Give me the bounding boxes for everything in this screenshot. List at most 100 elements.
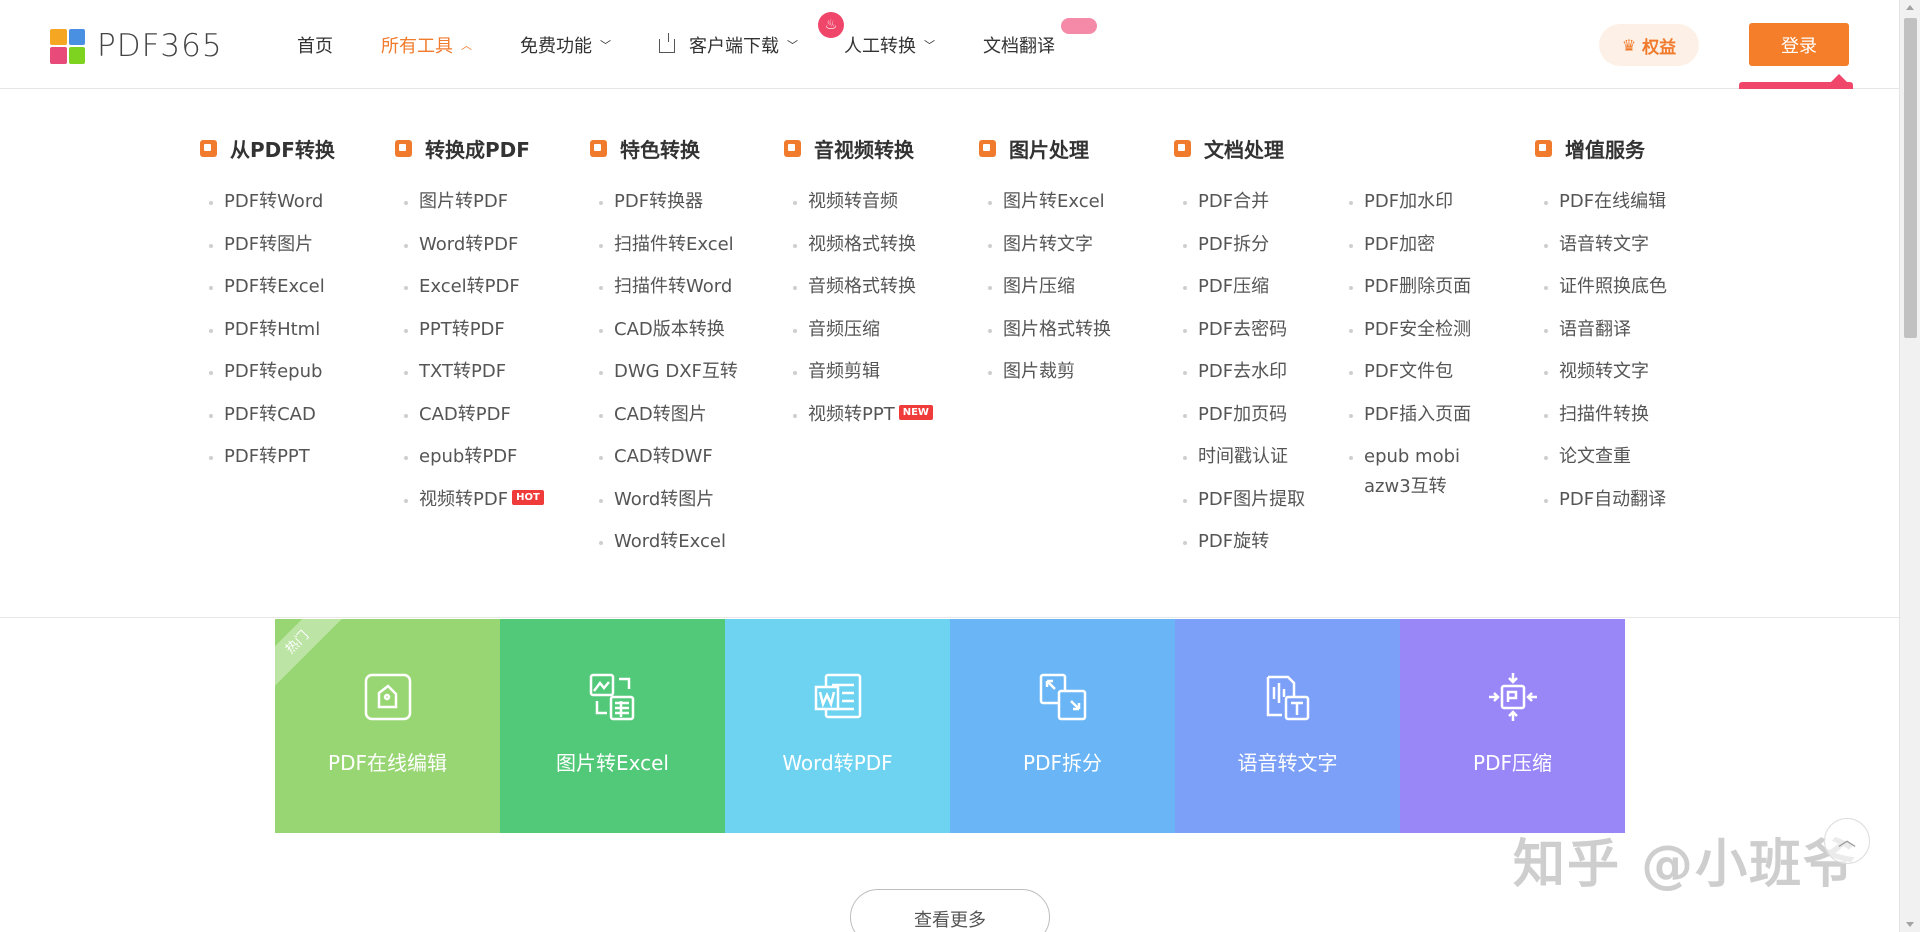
tile-voice-to-text[interactable]: 语音转文字	[1175, 619, 1400, 833]
tile-pdf-split[interactable]: PDF拆分	[950, 619, 1175, 833]
menu-item[interactable]: PDF转epub	[200, 351, 335, 394]
menu-item[interactable]: 音频格式转换	[784, 266, 933, 309]
tile-image-to-excel[interactable]: 图片转Excel	[500, 619, 725, 833]
menu-item[interactable]: PDF加水印	[1340, 181, 1471, 224]
menu-item[interactable]: 音频剪辑	[784, 351, 933, 394]
menu-item[interactable]: Word转Excel	[590, 521, 738, 564]
menu-col-to-pdf: 转换成PDF 图片转PDF Word转PDF Excel转PDF PPT转PDF…	[395, 133, 544, 521]
menu-item[interactable]: epub mobi azw3互转	[1340, 436, 1470, 502]
menu-item[interactable]: PDF转Word	[200, 181, 335, 224]
menu-item[interactable]: CAD转DWF	[590, 436, 738, 479]
nav-client-download[interactable]: 客户端下载 ﹀	[659, 32, 798, 58]
menu-item[interactable]: 图片转PDF	[395, 181, 544, 224]
menu-item[interactable]: 论文查重	[1535, 436, 1667, 479]
menu-item[interactable]: PDF删除页面	[1340, 266, 1471, 309]
scroll-up-arrow-icon[interactable]	[1906, 5, 1914, 10]
menu-item[interactable]: PDF安全检测	[1340, 309, 1471, 352]
menu-item[interactable]: 扫描件转Word	[590, 266, 738, 309]
pdf365-logo[interactable]: PDF365	[50, 28, 223, 64]
menu-item[interactable]: 视频格式转换	[784, 224, 933, 267]
tile-pdf-edit[interactable]: 热门 PDF在线编辑	[275, 619, 500, 833]
menu-item[interactable]: epub转PDF	[395, 436, 544, 479]
tile-label: 语音转文字	[1237, 751, 1338, 775]
menu-item[interactable]: PDF加密	[1340, 224, 1471, 267]
nav-home[interactable]: 首页	[297, 32, 333, 58]
page-scrollbar[interactable]	[1899, 0, 1920, 932]
top-header: PDF365 首页 所有工具 ︿ 免费功能 ﹀ 客户端下载 ﹀ ♨ 人工转换 ﹀ 文档翻译…	[0, 0, 1899, 89]
menu-item[interactable]: CAD版本转换	[590, 309, 738, 352]
nav-doc-translate[interactable]: 文档翻译	[983, 17, 1097, 58]
menu-item[interactable]: PDF转Html	[200, 309, 335, 352]
menu-col-title: 转换成PDF	[395, 133, 544, 163]
menu-item[interactable]: Word转PDF	[395, 224, 544, 267]
menu-item[interactable]: 扫描件转换	[1535, 394, 1667, 437]
menu-col-audio-video: 音视频转换 视频转音频 视频格式转换 音频格式转换 音频压缩 音频剪辑 视频转P…	[784, 133, 933, 436]
nav-manual-convert[interactable]: ♨ 人工转换 ﹀	[818, 11, 935, 58]
menu-item[interactable]: PDF压缩	[1174, 266, 1305, 309]
menu-item[interactable]: PDF图片提取	[1174, 479, 1305, 522]
menu-item[interactable]: PDF转PPT	[200, 436, 335, 479]
menu-item[interactable]: PDF合并	[1174, 181, 1305, 224]
menu-item[interactable]: 图片转文字	[979, 224, 1111, 267]
download-icon	[659, 32, 675, 53]
menu-col-document-2: PDF加水印 PDF加密 PDF删除页面 PDF安全检测 PDF文件包 PDF插…	[1340, 181, 1471, 502]
rights-button[interactable]: ♛ 权益	[1599, 24, 1699, 66]
menu-item[interactable]: PDF插入页面	[1340, 394, 1471, 437]
tile-label: PDF压缩	[1473, 751, 1552, 775]
menu-item-label: 视频转PDF	[419, 488, 509, 510]
menu-item[interactable]: Word转图片	[590, 479, 738, 522]
menu-item[interactable]: 视频转PDF HOT	[395, 479, 544, 522]
nav-all-tools[interactable]: 所有工具 ︿	[381, 32, 472, 58]
nav-translate-label: 文档翻译	[983, 35, 1055, 57]
menu-item[interactable]: Excel转PDF	[395, 266, 544, 309]
menu-item[interactable]: 音频压缩	[784, 309, 933, 352]
scroll-thumb[interactable]	[1904, 18, 1917, 338]
menu-item[interactable]: CAD转图片	[590, 394, 738, 437]
menu-item[interactable]: 视频转音频	[784, 181, 933, 224]
shield-icon	[590, 139, 607, 157]
menu-item[interactable]: PDF自动翻译	[1535, 479, 1667, 522]
menu-item[interactable]: 语音转文字	[1535, 224, 1667, 267]
menu-item[interactable]: PDF转换器	[590, 181, 738, 224]
menu-item[interactable]: PDF在线编辑	[1535, 181, 1667, 224]
scroll-down-arrow-icon[interactable]	[1906, 922, 1914, 927]
menu-item[interactable]: PDF旋转	[1174, 521, 1305, 564]
tile-label: PDF拆分	[1023, 751, 1102, 775]
menu-item[interactable]: PPT转PDF	[395, 309, 544, 352]
menu-item[interactable]: PDF去水印	[1174, 351, 1305, 394]
menu-item[interactable]: 证件照换底色	[1535, 266, 1667, 309]
menu-item[interactable]: 视频转PPT NEW	[784, 394, 933, 437]
menu-item[interactable]: PDF转CAD	[200, 394, 335, 437]
tile-word-to-pdf[interactable]: Word转PDF	[725, 619, 950, 833]
menu-item[interactable]: TXT转PDF	[395, 351, 544, 394]
menu-item[interactable]: PDF去密码	[1174, 309, 1305, 352]
menu-item[interactable]: 语音翻译	[1535, 309, 1667, 352]
hot-ribbon: 热门	[275, 619, 347, 692]
menu-item[interactable]: DWG DXF互转	[590, 351, 738, 394]
menu-item[interactable]: PDF转Excel	[200, 266, 335, 309]
login-button[interactable]: 登录	[1749, 23, 1849, 66]
menu-item[interactable]: 图片转Excel	[979, 181, 1111, 224]
login-label: 登录	[1781, 35, 1817, 57]
convert-icon	[395, 139, 412, 157]
fire-icon: ♨	[818, 11, 844, 38]
menu-item[interactable]: 图片格式转换	[979, 309, 1111, 352]
menu-item[interactable]: 视频转文字	[1535, 351, 1667, 394]
menu-item[interactable]: PDF加页码	[1174, 394, 1305, 437]
menu-item[interactable]: 时间戳认证	[1174, 436, 1305, 479]
edit-icon	[364, 673, 411, 721]
menu-item[interactable]: 图片裁剪	[979, 351, 1111, 394]
menu-item[interactable]: 图片压缩	[979, 266, 1111, 309]
view-more-button[interactable]: 查看更多	[850, 889, 1050, 932]
menu-item[interactable]: PDF拆分	[1174, 224, 1305, 267]
logo-mark	[50, 28, 85, 64]
back-to-top-button[interactable]: ︿	[1824, 818, 1870, 864]
feature-tiles: 热门 PDF在线编辑 图片转Excel Word转PDF PDF拆分 语音转文字…	[275, 619, 1625, 833]
menu-item[interactable]: 扫描件转Excel	[590, 224, 738, 267]
tile-pdf-compress[interactable]: PDF压缩	[1400, 619, 1625, 833]
nav-free-features[interactable]: 免费功能 ﹀	[520, 32, 611, 58]
menu-item[interactable]: CAD转PDF	[395, 394, 544, 437]
menu-item[interactable]: PDF文件包	[1340, 351, 1471, 394]
menu-item[interactable]: PDF转图片	[200, 224, 335, 267]
chevron-up-icon: ︿	[461, 38, 472, 52]
